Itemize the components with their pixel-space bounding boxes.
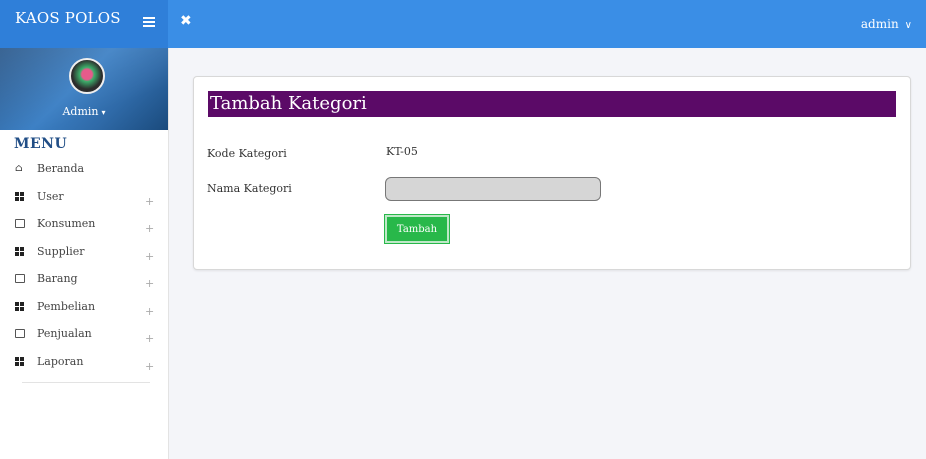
expand-icon[interactable]: +	[145, 277, 154, 290]
sidebar-item-label: User	[37, 189, 64, 203]
sidebar-item-penjualan[interactable]: Penjualan +	[0, 327, 168, 355]
sidebar-item-pembelian[interactable]: Pembelian +	[0, 300, 168, 328]
sidebar-item-supplier[interactable]: Supplier +	[0, 245, 168, 273]
sidebar-item-user[interactable]: User +	[0, 190, 168, 218]
window-icon	[15, 219, 25, 229]
top-navbar: KAOS POLOS ✖ admin ∨	[0, 0, 926, 48]
sidebar-item-label: Laporan	[37, 354, 84, 368]
nama-kategori-label: Nama Kategori	[207, 182, 292, 195]
kode-kategori-value: KT-05	[386, 145, 418, 158]
sidebar-item-konsumen[interactable]: Konsumen +	[0, 217, 168, 245]
expand-icon[interactable]: +	[145, 222, 154, 235]
menu-divider	[22, 382, 150, 383]
sidebar-item-label: Konsumen	[37, 217, 96, 230]
window-icon	[15, 329, 25, 339]
sidebar-item-barang[interactable]: Barang +	[0, 272, 168, 300]
sidebar-item-label: Supplier	[37, 244, 85, 258]
fullscreen-icon[interactable]: ✖	[180, 13, 192, 29]
sidebar-item-label: Barang	[37, 272, 78, 285]
sidebar-item-label: Penjualan	[37, 327, 92, 340]
user-name: admin	[860, 17, 899, 31]
user-dropdown[interactable]: admin ∨	[861, 17, 912, 31]
grid-icon	[15, 246, 25, 257]
expand-icon[interactable]: +	[145, 332, 154, 345]
caret-down-icon: ▾	[101, 108, 106, 117]
menu-header: MENU	[14, 136, 68, 152]
grid-icon	[15, 301, 25, 312]
sidebar-item-laporan[interactable]: Laporan +	[0, 355, 168, 383]
expand-icon[interactable]: +	[145, 305, 154, 318]
form-card: Tambah Kategori Kode Kategori KT-05 Nama…	[193, 76, 911, 270]
profile-dropdown[interactable]: Admin ▾	[0, 105, 168, 118]
tambah-button[interactable]: Tambah	[384, 214, 450, 244]
sidebar-menu: ⌂ Beranda User + Konsumen + Supplier + B…	[0, 162, 168, 382]
home-icon: ⌂	[15, 163, 23, 174]
grid-icon	[15, 356, 25, 367]
sidebar-item-beranda[interactable]: ⌂ Beranda	[0, 162, 168, 190]
page-title: Tambah Kategori	[208, 91, 896, 117]
chevron-down-icon: ∨	[904, 20, 912, 31]
brand-title[interactable]: KAOS POLOS	[15, 9, 121, 27]
profile-name: Admin	[62, 105, 99, 118]
nama-kategori-input[interactable]	[385, 177, 601, 201]
sidebar-item-label: Pembelian	[37, 299, 96, 313]
expand-icon[interactable]: +	[145, 360, 154, 373]
expand-icon[interactable]: +	[145, 195, 154, 208]
kode-kategori-label: Kode Kategori	[207, 147, 287, 160]
grid-icon	[15, 191, 25, 202]
expand-icon[interactable]: +	[145, 250, 154, 263]
profile-panel: Admin ▾	[0, 48, 168, 130]
brand-area: KAOS POLOS	[0, 0, 168, 48]
window-icon	[15, 274, 25, 284]
sidebar: Admin ▾ MENU ⌂ Beranda User + Konsumen + …	[0, 48, 169, 459]
sidebar-item-label: Beranda	[37, 162, 85, 175]
hamburger-menu-icon[interactable]	[143, 17, 155, 29]
avatar	[69, 58, 105, 94]
